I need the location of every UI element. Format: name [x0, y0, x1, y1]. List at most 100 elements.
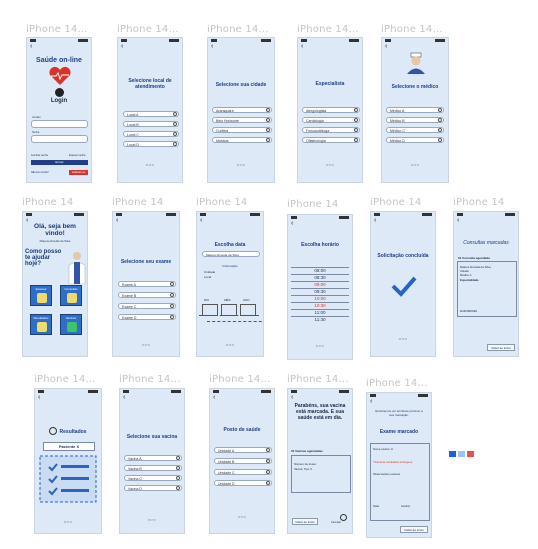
vaccine-type: Vacina: Tipo X [294, 467, 312, 471]
list-item[interactable]: Unidade D [214, 480, 272, 486]
cancel-icon[interactable] [340, 514, 347, 521]
login-screen: ‹ Saúde on-line Login Usuário Senha Lemb… [26, 37, 92, 183]
list-item[interactable]: Exame A [118, 281, 176, 287]
vaccine-screen: ‹ Selecione sua vacina Vacina A Vacina B… [119, 388, 185, 534]
list-item[interactable]: Exame B [118, 292, 176, 298]
device-label: iPhone 14... [297, 24, 359, 35]
back-icon[interactable]: ‹ [374, 217, 376, 224]
day-label: DIA [204, 298, 210, 302]
back-icon[interactable]: ‹ [385, 43, 387, 50]
forgot-link[interactable]: Esqueci senha [69, 154, 85, 157]
time-slot[interactable]: 10:30 [291, 302, 349, 309]
password-input[interactable] [31, 135, 88, 143]
list-item[interactable]: Médico C [386, 127, 444, 133]
status-bar [298, 38, 362, 43]
local-label: Local [204, 275, 212, 279]
time-slot[interactable]: 10:00 [291, 295, 349, 302]
back-home-button[interactable]: Voltar ao início [292, 518, 318, 525]
cancel-label[interactable]: Cancelar [331, 521, 341, 524]
list-item[interactable]: Exame C [118, 303, 176, 309]
screen-title: Selecione local de atendimento [128, 78, 172, 90]
pager-dots: ○○○ [63, 519, 73, 524]
back-icon[interactable]: ‹ [291, 220, 293, 227]
status-bar [113, 212, 179, 217]
list-item[interactable]: Oftalmologia [302, 137, 360, 143]
appointment-card[interactable]: Mateus Almeida da Silva Cidade Médico A … [457, 261, 517, 317]
status-bar [197, 212, 263, 217]
tile-results[interactable]: Resultados [30, 314, 52, 335]
status-bar [454, 212, 518, 217]
home-screen: ‹ Olá, seja bem vindo! Mateus Almeida da… [22, 211, 88, 357]
back-icon[interactable]: ‹ [123, 394, 125, 401]
tile-exams[interactable]: Exames [30, 285, 52, 306]
back-icon[interactable]: ‹ [200, 217, 202, 224]
back-icon[interactable]: ‹ [301, 43, 303, 50]
doctor-illustration-icon [68, 252, 86, 284]
back-icon[interactable]: ‹ [291, 394, 293, 401]
patient-field[interactable]: Paciente X [43, 442, 95, 451]
back-icon[interactable]: ‹ [457, 217, 459, 224]
status-bar [288, 215, 352, 220]
tile-vaccines[interactable]: Vacinas [60, 314, 82, 335]
list-item[interactable]: Curitiba [212, 127, 272, 133]
screen-title: Escolha data [214, 242, 246, 248]
tile-consultations[interactable]: Consultas [60, 285, 82, 306]
back-icon[interactable]: ‹ [213, 394, 215, 401]
time-slot[interactable]: 08:30 [291, 274, 349, 281]
list-item[interactable]: Vacina C [124, 475, 182, 481]
list-item[interactable]: Exame D [118, 314, 176, 320]
list-item[interactable]: Cardiologia [302, 117, 360, 123]
status-bar [288, 389, 352, 394]
remember-checkbox[interactable]: Lembrar senha [31, 154, 48, 157]
back-icon[interactable]: ‹ [370, 398, 372, 405]
device-label: iPhone 14 [196, 197, 248, 208]
enter-button[interactable]: Entrar [31, 160, 88, 165]
list-item[interactable]: Unidade B [214, 458, 272, 464]
exam-card[interactable]: Nome exame: A *Somente resultados entreg… [370, 443, 430, 521]
list-item[interactable]: Local D [123, 141, 179, 147]
time-slot[interactable]: 11:30 [291, 316, 349, 323]
new-account-text: Não tem conta? [31, 171, 49, 174]
back-home-button[interactable]: Voltar ao início [487, 344, 515, 351]
back-home-button[interactable]: Voltar ao início [400, 526, 428, 533]
list-item[interactable]: Local B [123, 121, 179, 127]
list-item[interactable]: Médico D [386, 137, 444, 143]
help-question: Como posso te ajudar hoje? [25, 249, 62, 267]
list-item[interactable]: Fonoaudióloga [302, 127, 360, 133]
list-item[interactable]: Vacina A [124, 455, 182, 461]
pager-dots: ○○○ [315, 343, 325, 348]
list-item[interactable]: Unidade C [214, 469, 272, 475]
list-item[interactable]: Vacina B [124, 465, 182, 471]
time-slot[interactable]: 09:30 [291, 288, 349, 295]
time-slot[interactable]: 08:00 [291, 267, 349, 274]
status-bar [208, 38, 274, 43]
list-item[interactable]: Manaus [212, 137, 272, 143]
status-bar [27, 38, 91, 43]
back-icon[interactable]: ‹ [211, 43, 213, 50]
list-item[interactable]: Araraquara [212, 107, 272, 113]
list-item[interactable]: Médico A [386, 107, 444, 113]
user-input[interactable] [31, 120, 88, 128]
appointments-count: 01 Consulta agendada [458, 256, 490, 260]
back-icon[interactable]: ‹ [38, 394, 40, 401]
list-item[interactable]: Belo Horizonte [212, 117, 272, 123]
back-icon[interactable]: ‹ [30, 43, 32, 50]
patient-name-field: Mateus Almeida da Silva [202, 251, 260, 257]
list-item[interactable]: Alergologista [302, 107, 360, 113]
list-item[interactable]: Vacina D [124, 485, 182, 491]
back-icon[interactable]: ‹ [116, 217, 118, 224]
time-slot[interactable]: 11:00 [291, 309, 349, 316]
list-item[interactable]: Local A [123, 111, 179, 117]
vaccine-card[interactable]: Número de doses Vacina: Tipo X [291, 455, 351, 493]
appointments-screen: ‹ Consultas marcadas 01 Consulta agendad… [453, 211, 519, 357]
list-item[interactable]: Médico B [386, 117, 444, 123]
login-heading: Login [50, 98, 68, 104]
signup-button[interactable]: Cadastre-se [69, 170, 88, 175]
color-swatch [467, 451, 474, 457]
back-icon[interactable]: ‹ [121, 43, 123, 50]
exam-date: Data [373, 504, 379, 508]
time-slot[interactable]: 09:00 [291, 281, 349, 288]
list-item[interactable]: Local C [123, 131, 179, 137]
doses-label: Número de doses [294, 462, 317, 466]
list-item[interactable]: Unidade A [214, 447, 272, 453]
